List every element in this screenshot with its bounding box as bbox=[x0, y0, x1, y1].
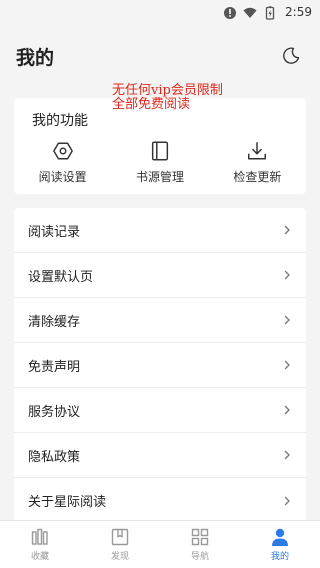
chevron-right-icon bbox=[284, 405, 290, 415]
nav-item-favorites[interactable]: 收藏 bbox=[0, 521, 80, 568]
check-update-label: 检查更新 bbox=[233, 170, 282, 184]
night-mode-button[interactable] bbox=[278, 43, 304, 69]
list-item-label: 阅读记录 bbox=[28, 224, 81, 240]
nav-label: 收藏 bbox=[30, 552, 49, 562]
list-item-about[interactable]: 关于星际阅读 bbox=[14, 478, 306, 523]
promo-line-1: 无任何vip会员限制 bbox=[112, 83, 223, 98]
list-item-label: 关于星际阅读 bbox=[28, 495, 107, 510]
settings-list: 阅读记录 设置默认页 清除缓存 免责声明 服务协议 隐私政策 关于星际阅读 bbox=[14, 208, 306, 523]
list-item-privacy-policy[interactable]: 隐私政策 bbox=[14, 433, 306, 478]
reading-settings-label: 阅读设置 bbox=[38, 170, 87, 184]
list-item-disclaimer[interactable]: 免责声明 bbox=[14, 343, 306, 388]
chevron-right-icon bbox=[284, 270, 290, 280]
nav-item-navigation[interactable]: 导航 bbox=[160, 521, 240, 568]
discover-icon bbox=[111, 528, 129, 546]
alert-icon bbox=[223, 5, 237, 19]
list-item-default-page[interactable]: 设置默认页 bbox=[14, 253, 306, 298]
list-item-label: 隐私政策 bbox=[28, 449, 81, 465]
status-bar: 2:59 bbox=[0, 0, 320, 24]
list-item-label: 设置默认页 bbox=[28, 269, 94, 285]
promo-banner-text: 无任何vip会员限制 全部免费阅读 bbox=[112, 84, 223, 112]
page-title: 我的 bbox=[16, 46, 55, 69]
chevron-right-icon bbox=[284, 315, 290, 325]
list-item-label: 清除缓存 bbox=[28, 314, 81, 330]
moon-icon bbox=[283, 47, 300, 64]
chevron-right-icon bbox=[284, 225, 290, 235]
grid-icon bbox=[191, 528, 209, 546]
bookshelf-icon bbox=[31, 528, 48, 545]
hexagon-settings-icon bbox=[52, 142, 73, 160]
promo-line-2: 全部免费阅读 bbox=[112, 97, 191, 112]
nav-label: 发现 bbox=[110, 552, 129, 562]
list-item-label: 服务协议 bbox=[28, 404, 81, 420]
status-time: 2:59 bbox=[285, 5, 312, 19]
my-functions-card: 我的功能 阅读设置 书源管理 检查更新 bbox=[14, 98, 306, 194]
list-item-label: 免责声明 bbox=[28, 359, 81, 375]
download-icon bbox=[248, 142, 267, 160]
source-management-label: 书源管理 bbox=[135, 170, 184, 184]
nav-label: 我的 bbox=[270, 552, 289, 562]
check-update-button[interactable]: 检查更新 bbox=[209, 140, 306, 185]
person-icon bbox=[272, 528, 288, 546]
wifi-icon bbox=[243, 5, 257, 19]
nav-item-discover[interactable]: 发现 bbox=[80, 521, 160, 568]
functions-title: 我的功能 bbox=[32, 113, 88, 129]
bottom-nav: 收藏 发现 导航 我的 bbox=[0, 520, 320, 568]
list-item-reading-history[interactable]: 阅读记录 bbox=[14, 208, 306, 253]
source-management-button[interactable]: 书源管理 bbox=[111, 140, 208, 185]
nav-item-mine[interactable]: 我的 bbox=[240, 521, 320, 568]
battery-icon bbox=[263, 5, 277, 20]
chevron-right-icon bbox=[284, 450, 290, 460]
reading-settings-button[interactable]: 阅读设置 bbox=[14, 140, 111, 185]
functions-row: 阅读设置 书源管理 检查更新 bbox=[14, 140, 306, 185]
list-item-service-agreement[interactable]: 服务协议 bbox=[14, 388, 306, 433]
chevron-right-icon bbox=[284, 360, 290, 370]
list-item-clear-cache[interactable]: 清除缓存 bbox=[14, 298, 306, 343]
nav-label: 导航 bbox=[190, 552, 209, 562]
header: 我的 bbox=[0, 24, 320, 88]
book-icon bbox=[151, 141, 169, 161]
chevron-right-icon bbox=[284, 496, 290, 505]
